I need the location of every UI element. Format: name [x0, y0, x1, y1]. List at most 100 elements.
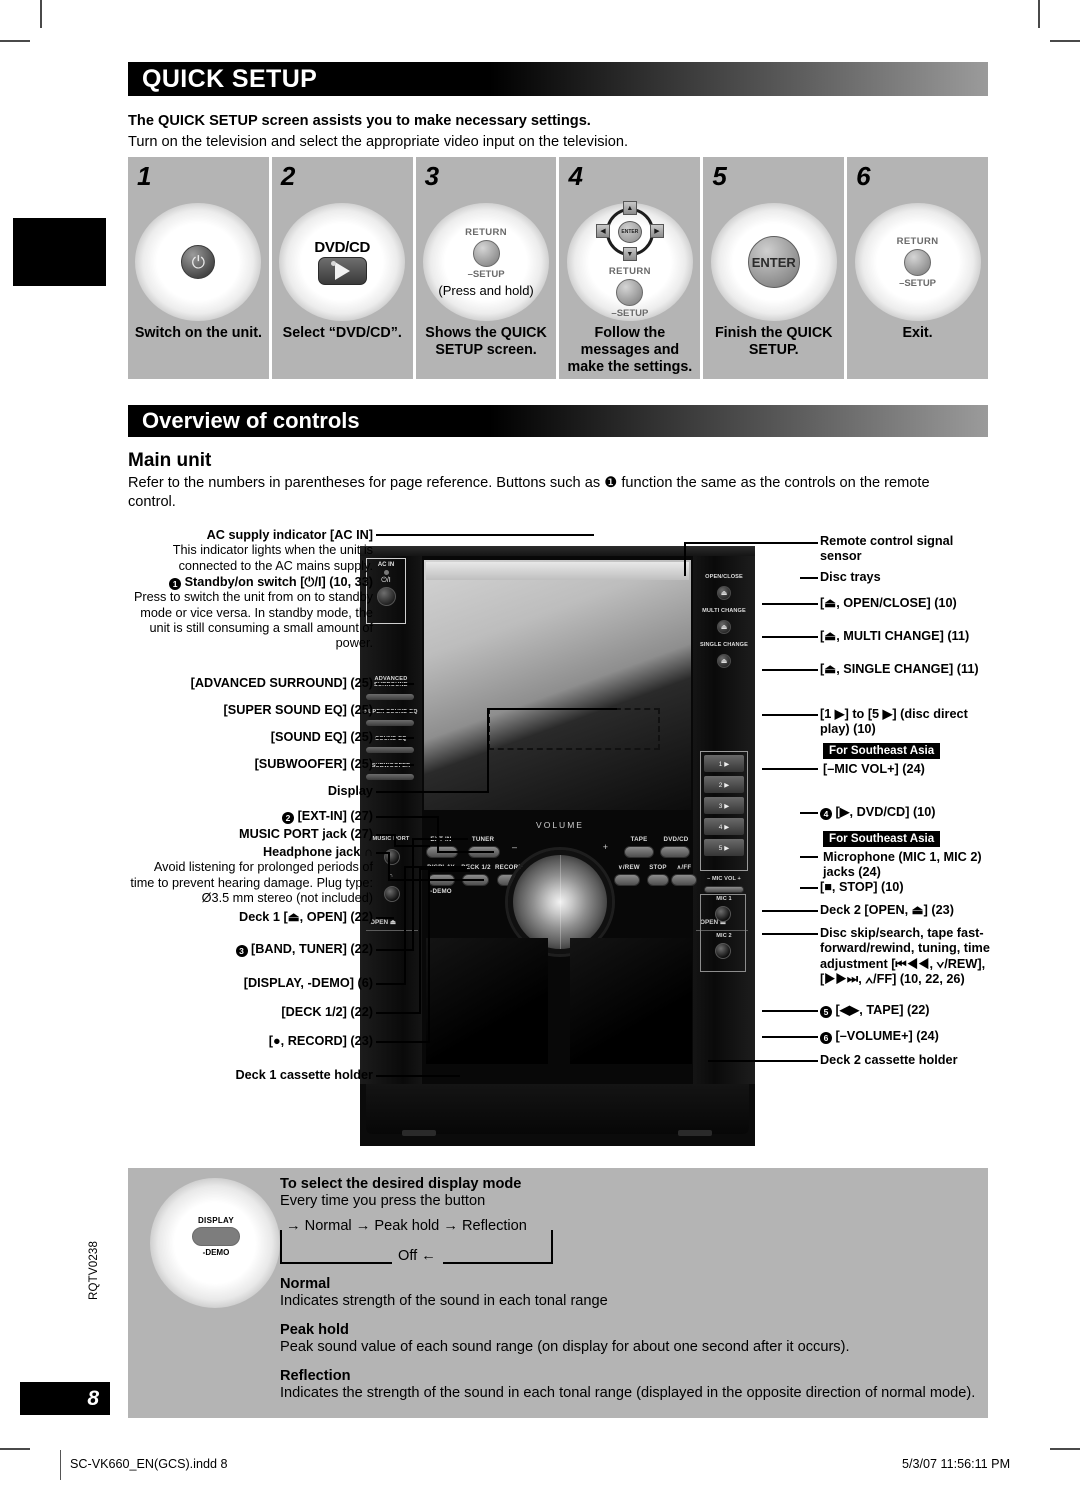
display-mode-panel: DISPLAY -DEMO To select the desired disp… [128, 1168, 988, 1418]
leader-line-vertical [428, 870, 430, 1043]
super-sound-eq-button[interactable] [366, 720, 414, 726]
subwoofer-button[interactable] [366, 774, 414, 780]
callout-heading: Deck 2 cassette holder [820, 1053, 958, 1067]
leader-line [762, 603, 818, 605]
mode-name-peak-hold: Peak hold [280, 1322, 349, 1338]
unit-foot-left [402, 1130, 436, 1136]
callout-heading: 3 [BAND, TUNER] (22) [128, 942, 373, 957]
tape-label: TAPE [630, 836, 648, 843]
page-number: 8 [20, 1382, 110, 1415]
sound-eq-button[interactable] [366, 747, 414, 753]
quick-setup-title: QUICK SETUP [142, 64, 318, 93]
open-close-button[interactable]: ⏏ [717, 586, 731, 600]
leader-line [762, 910, 818, 912]
callout-stop: [■, STOP] (10) [820, 880, 995, 895]
callout-sound-eq: [SOUND EQ] (25) [128, 730, 373, 745]
disc-button-1[interactable]: 1 ▶ [704, 755, 744, 772]
disc-button-2[interactable]: 2 ▶ [704, 776, 744, 793]
callout-heading: [DECK 1/2] (22) [281, 1005, 373, 1019]
enter-center-button: ENTER [617, 221, 642, 243]
callout-heading: 6 [–VOLUME+] (24) [820, 1029, 995, 1044]
display-button[interactable] [192, 1227, 240, 1246]
skip-forward-button[interactable] [671, 874, 697, 886]
callout-remote-sensor: Remote control signal sensor [820, 534, 990, 565]
step-number: 6 [856, 161, 871, 191]
callout-mic-vol: For Southeast Asia [–MIC VOL+] (24) [823, 743, 998, 777]
dvdcd-play-button[interactable] [660, 846, 690, 858]
setup-label: –SETUP [899, 277, 937, 289]
button-led [330, 261, 336, 266]
callout-band-tuner: 3 [BAND, TUNER] (22) [128, 942, 373, 957]
power-icon: ⏻ [181, 245, 216, 279]
headphone-jack[interactable] [384, 886, 400, 902]
leader-line [376, 534, 594, 536]
leader-line [376, 791, 489, 793]
callout-deck1-open: Deck 1 [⏏, OPEN] (22) [128, 910, 373, 925]
callout-display: Display [128, 784, 373, 799]
document-code: RQTV0238 [88, 1240, 100, 1300]
disc-button-3[interactable]: 3 ▶ [704, 797, 744, 814]
deck1-cassette-holder[interactable] [426, 938, 548, 1064]
stop-button[interactable] [647, 874, 669, 886]
section-header-overview: Overview of controls [128, 405, 988, 437]
callout-heading: Display [327, 784, 373, 798]
return-button-icon [904, 248, 932, 276]
callout-heading: [⏏, MULTI CHANGE] (11) [820, 629, 970, 643]
quick-setup-step-6: 6 RETURN –SETUP Exit. [847, 157, 988, 379]
main-unit-subtitle: Main unit [128, 450, 212, 471]
cycle-top-text: → Normal → Peak hold → Reflection [286, 1218, 527, 1234]
disc-button-5[interactable]: 5 ▶ [704, 839, 744, 856]
callout-heading: MUSIC PORT jack (27) [239, 827, 373, 841]
leader-line [376, 1012, 421, 1014]
callout-heading: Deck 1 cassette holder [235, 1068, 373, 1082]
callout-heading: [■, STOP] (10) [820, 880, 904, 894]
quick-setup-step-2: 2 DVD/CD Select “DVD/CD”. [271, 157, 413, 379]
footer-divider [60, 1450, 61, 1480]
deck2-cassette-holder[interactable] [570, 938, 692, 1064]
display-button-bottom-label: -DEMO [202, 1248, 230, 1257]
mic-vol-button[interactable] [704, 886, 744, 893]
cycle-line-bottom-left [280, 1262, 392, 1264]
badge-number: 2 [282, 812, 295, 824]
return-label: RETURN [608, 266, 651, 277]
callout-body: Press to switch the unit from on to stan… [133, 590, 373, 651]
open-close-label: OPEN/CLOSE [705, 574, 743, 580]
callout-heading: AC supply indicator [AC IN] [206, 528, 373, 542]
callout-advanced-surround: [ADVANCED SURROUND] (25) [128, 676, 373, 691]
multi-change-button[interactable]: ⏏ [717, 620, 731, 634]
arrow-right-icon: ▶ [649, 224, 664, 238]
callout-heading: [ADVANCED SURROUND] (25) [190, 676, 373, 690]
callout-heading: [SOUND EQ] (25) [270, 730, 373, 744]
tape-button[interactable] [624, 846, 654, 858]
advanced-surround-button[interactable] [366, 694, 414, 700]
display-button-top-label: DISPLAY [197, 1216, 235, 1225]
callout-deck2-open: Deck 2 [OPEN, ⏏] (23) [820, 903, 995, 918]
volume-minus-label: – [512, 842, 518, 852]
standby-on-switch[interactable] [376, 587, 396, 606]
callout-open-close: [⏏, OPEN/CLOSE] (10) [820, 596, 995, 611]
callout-disc-trays: Disc trays [820, 570, 990, 585]
disc-button-4[interactable]: 4 ▶ [704, 818, 744, 835]
leader-line [487, 708, 617, 710]
quick-setup-step-3: 3 RETURN –SETUP (Press and hold) Shows t… [415, 157, 557, 379]
mic1-jack[interactable] [715, 906, 731, 922]
single-change-button[interactable]: ⏏ [717, 654, 731, 668]
step-artwork: DVD/CD [272, 203, 413, 321]
direction-pad-icon: ▲ ▼ ◀ ▶ ENTER [593, 201, 667, 263]
callout-heading-text: [EXT-IN] (27) [297, 809, 373, 823]
deck1-open-line [366, 930, 418, 931]
step-number: 5 [712, 161, 727, 191]
callout-display-demo: [DISPLAY, -DEMO] (6) [128, 976, 373, 991]
arrow-down-icon: ▼ [622, 247, 637, 261]
callout-deck1-cassette-holder: Deck 1 cassette holder [128, 1068, 373, 1083]
standby-on-label: ⏻/I [381, 577, 391, 584]
callout-heading-text: [–VOLUME+] (24) [835, 1029, 939, 1043]
leader-line [437, 851, 494, 853]
cycle-line-right [551, 1230, 553, 1264]
skip-rewind-button[interactable] [614, 874, 640, 886]
callout-deck-1-2: [DECK 1/2] (22) [128, 1005, 373, 1020]
overview-title: Overview of controls [142, 408, 360, 433]
callout-heading: Disc trays [820, 570, 881, 584]
leader-line-vertical [412, 838, 414, 950]
mic2-jack[interactable] [715, 943, 731, 959]
